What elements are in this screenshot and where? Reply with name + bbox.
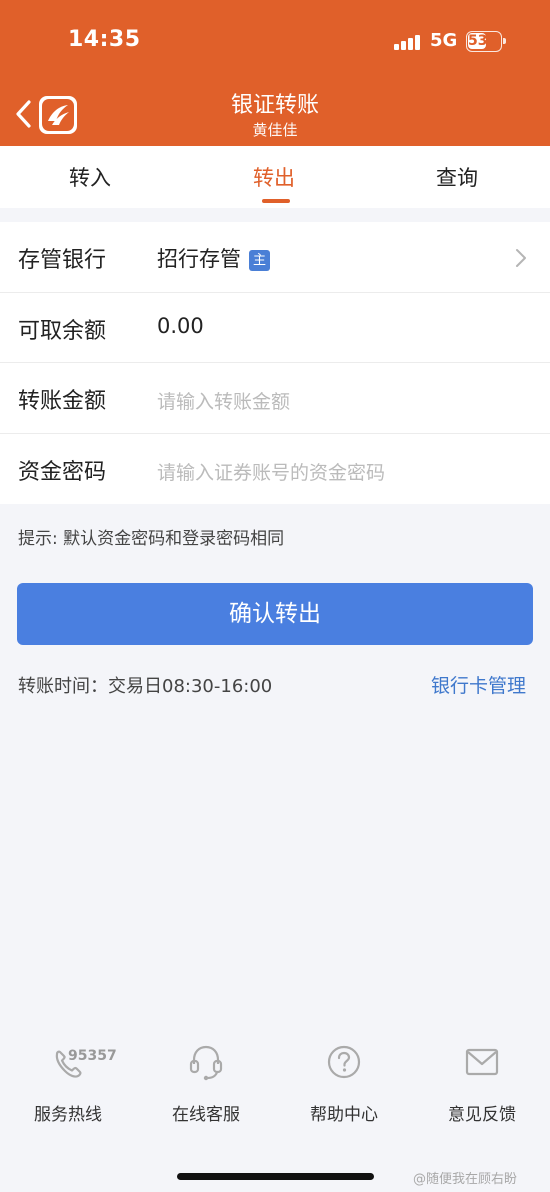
status-time: 14:35	[68, 27, 141, 52]
help-center-button[interactable]: 帮助中心	[284, 1040, 404, 1125]
balance-label: 可取余额	[18, 318, 107, 344]
battery-icon: 53	[466, 31, 506, 52]
feedback-button[interactable]: 意见反馈	[422, 1040, 542, 1125]
bank-value-wrap: 招行存管主	[157, 243, 270, 273]
active-tab-indicator	[262, 199, 290, 203]
transfer-time-info: 转账时间：交易日08:30-16:00	[18, 676, 273, 697]
password-hint: 提示: 默认资金密码和登录密码相同	[18, 529, 285, 549]
phone-icon	[55, 1050, 82, 1078]
page-title: 银证转账	[230, 93, 319, 118]
home-indicator	[177, 1173, 374, 1180]
password-row[interactable]: 资金密码 请输入证券账号的资金密码	[0, 434, 550, 505]
online-service-button[interactable]: 在线客服	[146, 1040, 266, 1125]
tab-transfer-in[interactable]: 转入	[69, 162, 111, 192]
service-hotline-label: 服务热线	[34, 1105, 102, 1125]
amount-label: 转账金额	[18, 389, 107, 414]
app-header: 14:35 5G 53 银证转账 黄佳佳	[0, 0, 550, 146]
mail-icon	[465, 1048, 499, 1076]
password-label: 资金密码	[18, 459, 107, 485]
password-input[interactable]: 请输入证券账号的资金密码	[157, 458, 385, 485]
header-title-block: 银证转账 黄佳佳	[0, 92, 550, 140]
chevron-right-icon	[516, 249, 526, 267]
bank-value: 招行存管	[157, 247, 241, 271]
tab-transfer-out[interactable]: 转出	[253, 162, 295, 192]
amount-row[interactable]: 转账金额 请输入转账金额	[0, 363, 550, 434]
balance-value: 0.00	[157, 313, 204, 338]
bank-card-manage-link[interactable]: 银行卡管理	[431, 671, 526, 698]
help-center-label: 帮助中心	[310, 1105, 378, 1125]
tab-query[interactable]: 查询	[436, 162, 478, 192]
primary-badge: 主	[249, 250, 270, 271]
headset-icon	[189, 1045, 223, 1081]
bank-row[interactable]: 存管银行 招行存管主	[0, 222, 550, 293]
signal-icon	[394, 34, 422, 50]
network-type: 5G	[430, 30, 458, 51]
confirm-transfer-out-button[interactable]: 确认转出	[17, 583, 533, 645]
online-service-label: 在线客服	[172, 1105, 240, 1125]
balance-row: 可取余额 0.00	[0, 293, 550, 363]
feedback-label: 意见反馈	[448, 1105, 516, 1125]
question-icon	[327, 1045, 361, 1079]
transfer-form: 存管银行 招行存管主 可取余额 0.00 转账金额 请输入转账金额 资金密码 请…	[0, 222, 550, 504]
status-bar: 14:35 5G 53	[0, 0, 550, 80]
service-hotline-button[interactable]: 服务热线	[8, 1040, 128, 1125]
amount-input[interactable]: 请输入转账金额	[157, 387, 290, 414]
user-name: 黄佳佳	[252, 121, 298, 139]
watermark: @随便我在顾右盼	[413, 1172, 518, 1187]
battery-level: 53	[468, 33, 488, 49]
bank-label: 存管银行	[18, 248, 107, 273]
